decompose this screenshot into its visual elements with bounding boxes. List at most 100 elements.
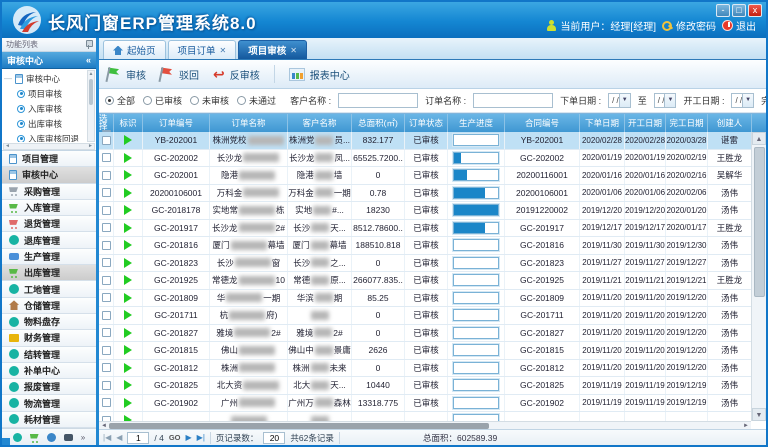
- sidebar-item-3[interactable]: 入库管理: [2, 200, 96, 216]
- filter-radio-3[interactable]: 未通过: [237, 94, 276, 107]
- table-row[interactable]: GC-201809华一期华滨期85.25已审核GC-2018092019/11/…: [99, 290, 751, 308]
- customer-name-input[interactable]: [338, 93, 418, 108]
- last-page-button[interactable]: ▶|: [197, 433, 205, 443]
- table-row[interactable]: GC-202001隐港隐港墙0已审核202001160012020/01/162…: [99, 167, 751, 185]
- column-header-10[interactable]: 开工日期: [625, 114, 666, 132]
- change-password-button[interactable]: 修改密码: [662, 18, 716, 33]
- row-checkbox[interactable]: [102, 398, 111, 407]
- close-icon[interactable]: ✕: [290, 46, 297, 55]
- table-row[interactable]: GC-201815佛山佛山中景庸2626已审核GC-2018152019/11/…: [99, 342, 751, 360]
- page-size-input[interactable]: [263, 432, 285, 444]
- row-checkbox[interactable]: [102, 381, 111, 390]
- dot-icon[interactable]: [13, 433, 22, 442]
- row-checkbox[interactable]: [102, 153, 111, 162]
- sidebar-item-13[interactable]: 补单中心: [2, 363, 96, 379]
- toolbar-button-0[interactable]: 审核: [107, 67, 146, 82]
- toolbar-button-3[interactable]: 报表中心: [289, 67, 350, 82]
- table-row[interactable]: [99, 412, 751, 421]
- row-checkbox[interactable]: [102, 346, 111, 355]
- overflow-icon[interactable]: »: [81, 433, 85, 442]
- row-checkbox[interactable]: [102, 363, 111, 372]
- table-row[interactable]: GC-201902广州广州万森林13318.775已审核GC-201902201…: [99, 395, 751, 413]
- tree-item-1[interactable]: 入库审核: [4, 101, 87, 116]
- toolbar-button-1[interactable]: 驳回: [160, 67, 199, 82]
- table-row[interactable]: GC-201812株洲株洲未来0已审核GC-2018122019/11/2020…: [99, 360, 751, 378]
- leaf-icon[interactable]: [47, 433, 56, 442]
- row-checkbox[interactable]: [102, 188, 111, 197]
- chevron-down-icon[interactable]: ▼: [664, 94, 675, 107]
- row-checkbox[interactable]: [102, 276, 111, 285]
- table-row[interactable]: GC-201816厦门幕墙厦门幕墙188510.818已审核GC-2018162…: [99, 237, 751, 255]
- table-row[interactable]: GC-202002长沙龙长沙龙凤...65525.7200..已审核GC-202…: [99, 150, 751, 168]
- tab-2[interactable]: 项目审核✕: [238, 40, 307, 59]
- sidebar-item-6[interactable]: 生产管理: [2, 249, 96, 265]
- start-date-input[interactable]: / /▼: [731, 93, 754, 108]
- tab-0[interactable]: 起始页: [103, 40, 166, 59]
- sidebar-item-11[interactable]: 财务管理: [2, 330, 96, 346]
- row-checkbox[interactable]: [102, 171, 111, 180]
- column-header-11[interactable]: 完工日期: [666, 114, 708, 132]
- tree-root-item[interactable]: —审核中心: [4, 71, 87, 86]
- tree-item-3[interactable]: 入库审核回退: [4, 131, 87, 142]
- tree-item-0[interactable]: 项目审核: [4, 86, 87, 101]
- sidebar-item-12[interactable]: 结转管理: [2, 347, 96, 363]
- scroll-left-icon[interactable]: ◄: [5, 144, 10, 149]
- column-header-5[interactable]: 总面积(㎡): [352, 114, 405, 132]
- scroll-left-icon[interactable]: ◄: [99, 423, 109, 429]
- tab-1[interactable]: 项目订单✕: [168, 40, 237, 59]
- report-icon[interactable]: [64, 434, 73, 441]
- sidebar-item-5[interactable]: 退库管理: [2, 232, 96, 248]
- logout-button[interactable]: 退出: [722, 18, 756, 33]
- table-row[interactable]: GC-201925常德龙10常德原...266077.835..已审核GC-20…: [99, 272, 751, 290]
- close-button[interactable]: x: [748, 4, 762, 17]
- table-row[interactable]: GC-201825北大资北大天...10440已审核GC-2018252019/…: [99, 377, 751, 395]
- tree-vscroll-thumb[interactable]: [89, 79, 93, 105]
- tree-vertical-scrollbar[interactable]: ▲: [87, 70, 95, 142]
- collapse-icon[interactable]: «: [86, 55, 91, 65]
- row-checkbox[interactable]: [102, 136, 111, 145]
- prev-page-button[interactable]: ◀: [116, 433, 122, 443]
- minimize-button[interactable]: -: [716, 4, 730, 17]
- order-date-to-input[interactable]: / /▼: [654, 93, 677, 108]
- row-checkbox[interactable]: [102, 206, 111, 215]
- first-page-button[interactable]: |◀: [103, 433, 111, 443]
- column-header-12[interactable]: 创建人: [708, 114, 752, 132]
- page-number-input[interactable]: [127, 432, 149, 444]
- grid-vertical-scrollbar[interactable]: ▲ ▼: [751, 132, 766, 421]
- toolbar-button-2[interactable]: ↩反审核: [213, 67, 260, 82]
- restore-button[interactable]: □: [732, 4, 746, 17]
- pin-icon[interactable]: [85, 40, 92, 49]
- tree-expander-icon[interactable]: —: [4, 74, 12, 83]
- row-checkbox[interactable]: [102, 241, 111, 250]
- cart-icon[interactable]: [30, 433, 39, 442]
- column-header-7[interactable]: 生产进度: [448, 114, 505, 132]
- chevron-down-icon[interactable]: ▼: [619, 94, 630, 107]
- table-row[interactable]: GC-201827雅境2#雅境2#0已审核GC-2018272019/11/20…: [99, 325, 751, 343]
- sidebar-item-15[interactable]: 物流管理: [2, 395, 96, 411]
- scroll-up-icon[interactable]: ▲: [752, 132, 766, 145]
- filter-radio-2[interactable]: 未审核: [190, 94, 229, 107]
- filter-radio-1[interactable]: 已审核: [143, 94, 182, 107]
- table-row[interactable]: YB-202001株洲党校株洲党员...832.177已审核YB-2020012…: [99, 132, 751, 150]
- close-icon[interactable]: ✕: [220, 46, 227, 55]
- scroll-down-icon[interactable]: ▼: [752, 408, 766, 421]
- table-row[interactable]: GC-201917长沙龙2#长沙天...8512.78600..已审核GC-20…: [99, 220, 751, 238]
- sidebar-item-14[interactable]: 报废管理: [2, 379, 96, 395]
- column-header-8[interactable]: 合同编号: [505, 114, 580, 132]
- scroll-right-icon[interactable]: ►: [88, 144, 93, 149]
- table-row[interactable]: GC-201823长沙窗长沙之...0已审核GC-2018232019/11/2…: [99, 255, 751, 273]
- go-button[interactable]: GO: [169, 433, 181, 442]
- scroll-right-icon[interactable]: ►: [741, 423, 751, 429]
- next-page-button[interactable]: ▶: [186, 433, 192, 443]
- chevron-down-icon[interactable]: ▼: [742, 94, 753, 107]
- column-header-9[interactable]: 下单日期: [580, 114, 625, 132]
- vscroll-thumb[interactable]: [754, 147, 765, 297]
- row-checkbox[interactable]: [102, 258, 111, 267]
- tree-item-2[interactable]: 出库审核: [4, 116, 87, 131]
- filter-radio-0[interactable]: 全部: [105, 94, 135, 107]
- row-checkbox[interactable]: [102, 311, 111, 320]
- row-checkbox[interactable]: [102, 328, 111, 337]
- row-checkbox[interactable]: [102, 223, 111, 232]
- sidebar-item-2[interactable]: 采购管理: [2, 184, 96, 200]
- sidebar-item-7[interactable]: 出库管理: [2, 265, 96, 281]
